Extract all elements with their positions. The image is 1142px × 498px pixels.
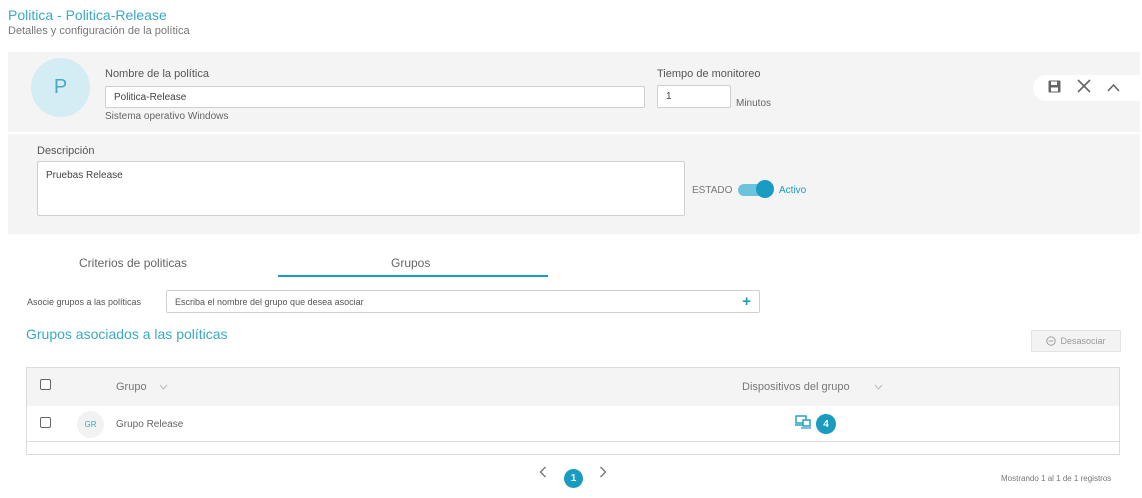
associate-search-input[interactable]: Escriba el nombre del grupo que desea as…	[166, 290, 760, 313]
add-icon[interactable]: +	[742, 293, 751, 310]
page-subtitle: Detalles y configuración de la política	[8, 25, 190, 37]
page-title: Politica - Politica-Release	[8, 7, 167, 23]
policy-toolbar	[1033, 75, 1141, 101]
records-summary: Mostrando 1 al 1 de 1 registros	[1001, 474, 1112, 483]
page-button-current[interactable]: 1	[564, 469, 583, 488]
active-tab-indicator	[278, 275, 548, 277]
minus-circle-icon	[1046, 336, 1057, 346]
group-name[interactable]: Grupo Release	[116, 419, 183, 430]
disassociate-button[interactable]: Desasociar	[1031, 330, 1121, 352]
row-checkbox[interactable]	[40, 417, 51, 428]
devices-count-badge[interactable]: 4	[816, 414, 836, 434]
group-avatar: GR	[77, 411, 104, 438]
policy-name-field[interactable]: Politica-Release	[105, 86, 645, 108]
tab-criterios[interactable]: Criterios de politicas	[79, 256, 187, 270]
associate-placeholder: Escriba el nombre del grupo que desea as…	[175, 296, 364, 307]
chevron-up-icon[interactable]	[1107, 80, 1120, 96]
description-field[interactable]: Pruebas Release	[37, 161, 685, 216]
table-header	[27, 368, 1119, 406]
disassociate-label: Desasociar	[1060, 336, 1106, 346]
state-value: Activo	[779, 185, 807, 196]
close-icon[interactable]	[1077, 79, 1091, 97]
row-divider	[27, 441, 1119, 442]
associate-label: Asocie grupos a las políticas	[27, 297, 142, 307]
tab-grupos[interactable]: Grupos	[391, 256, 430, 270]
monitor-time-field[interactable]: 1	[657, 85, 731, 108]
sort-icon[interactable]	[159, 382, 168, 392]
next-page-icon[interactable]	[599, 465, 607, 482]
state-label: ESTADO	[692, 185, 733, 196]
save-icon[interactable]	[1048, 80, 1061, 97]
sort-icon[interactable]	[874, 382, 883, 392]
groups-section-title: Grupos asociados a las políticas	[26, 326, 228, 342]
column-header-dispositivos[interactable]: Dispositivos del grupo	[742, 381, 850, 393]
column-header-grupo[interactable]: Grupo	[116, 381, 147, 393]
monitor-time-label: Tiempo de monitoreo	[657, 68, 761, 80]
description-label: Descripción	[37, 145, 95, 157]
state-toggle-knob[interactable]	[756, 180, 774, 198]
prev-page-icon[interactable]	[539, 465, 547, 482]
select-all-checkbox[interactable]	[40, 379, 51, 390]
devices-icon[interactable]	[795, 415, 811, 434]
monitor-unit: Minutos	[736, 98, 772, 109]
os-text: Sistema operativo Windows	[105, 111, 229, 122]
policy-avatar: P	[31, 58, 90, 117]
policy-name-label: Nombre de la política	[105, 68, 209, 80]
